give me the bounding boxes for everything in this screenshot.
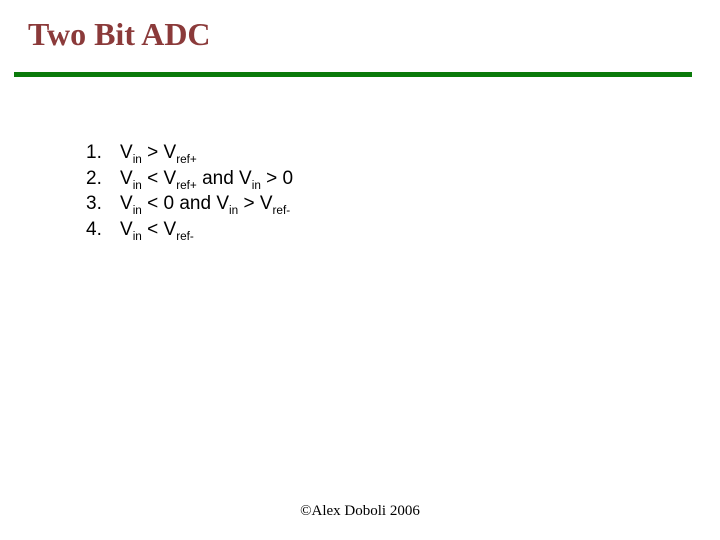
list-number: 2.: [86, 166, 120, 192]
list-item: 4. Vin < Vref-: [86, 217, 293, 243]
list-body: Vin < Vref-: [120, 217, 194, 243]
list-item: 2. Vin < Vref+ and Vin > 0: [86, 166, 293, 192]
list-item: 3. Vin < 0 and Vin > Vref-: [86, 191, 293, 217]
list-number: 3.: [86, 191, 120, 217]
list-body: Vin < Vref+ and Vin > 0: [120, 166, 293, 192]
list-body: Vin < 0 and Vin > Vref-: [120, 191, 290, 217]
list-number: 1.: [86, 140, 120, 166]
copyright-footer: ©Alex Doboli 2006: [0, 503, 720, 520]
list-number: 4.: [86, 217, 120, 243]
condition-list: 1. Vin > Vref+ 2. Vin < Vref+ and Vin > …: [86, 140, 293, 243]
title-underline: [14, 72, 692, 77]
page-title: Two Bit ADC: [28, 16, 211, 53]
slide: Two Bit ADC 1. Vin > Vref+ 2. Vin < Vref…: [0, 0, 720, 540]
list-body: Vin > Vref+: [120, 140, 197, 166]
list-item: 1. Vin > Vref+: [86, 140, 293, 166]
